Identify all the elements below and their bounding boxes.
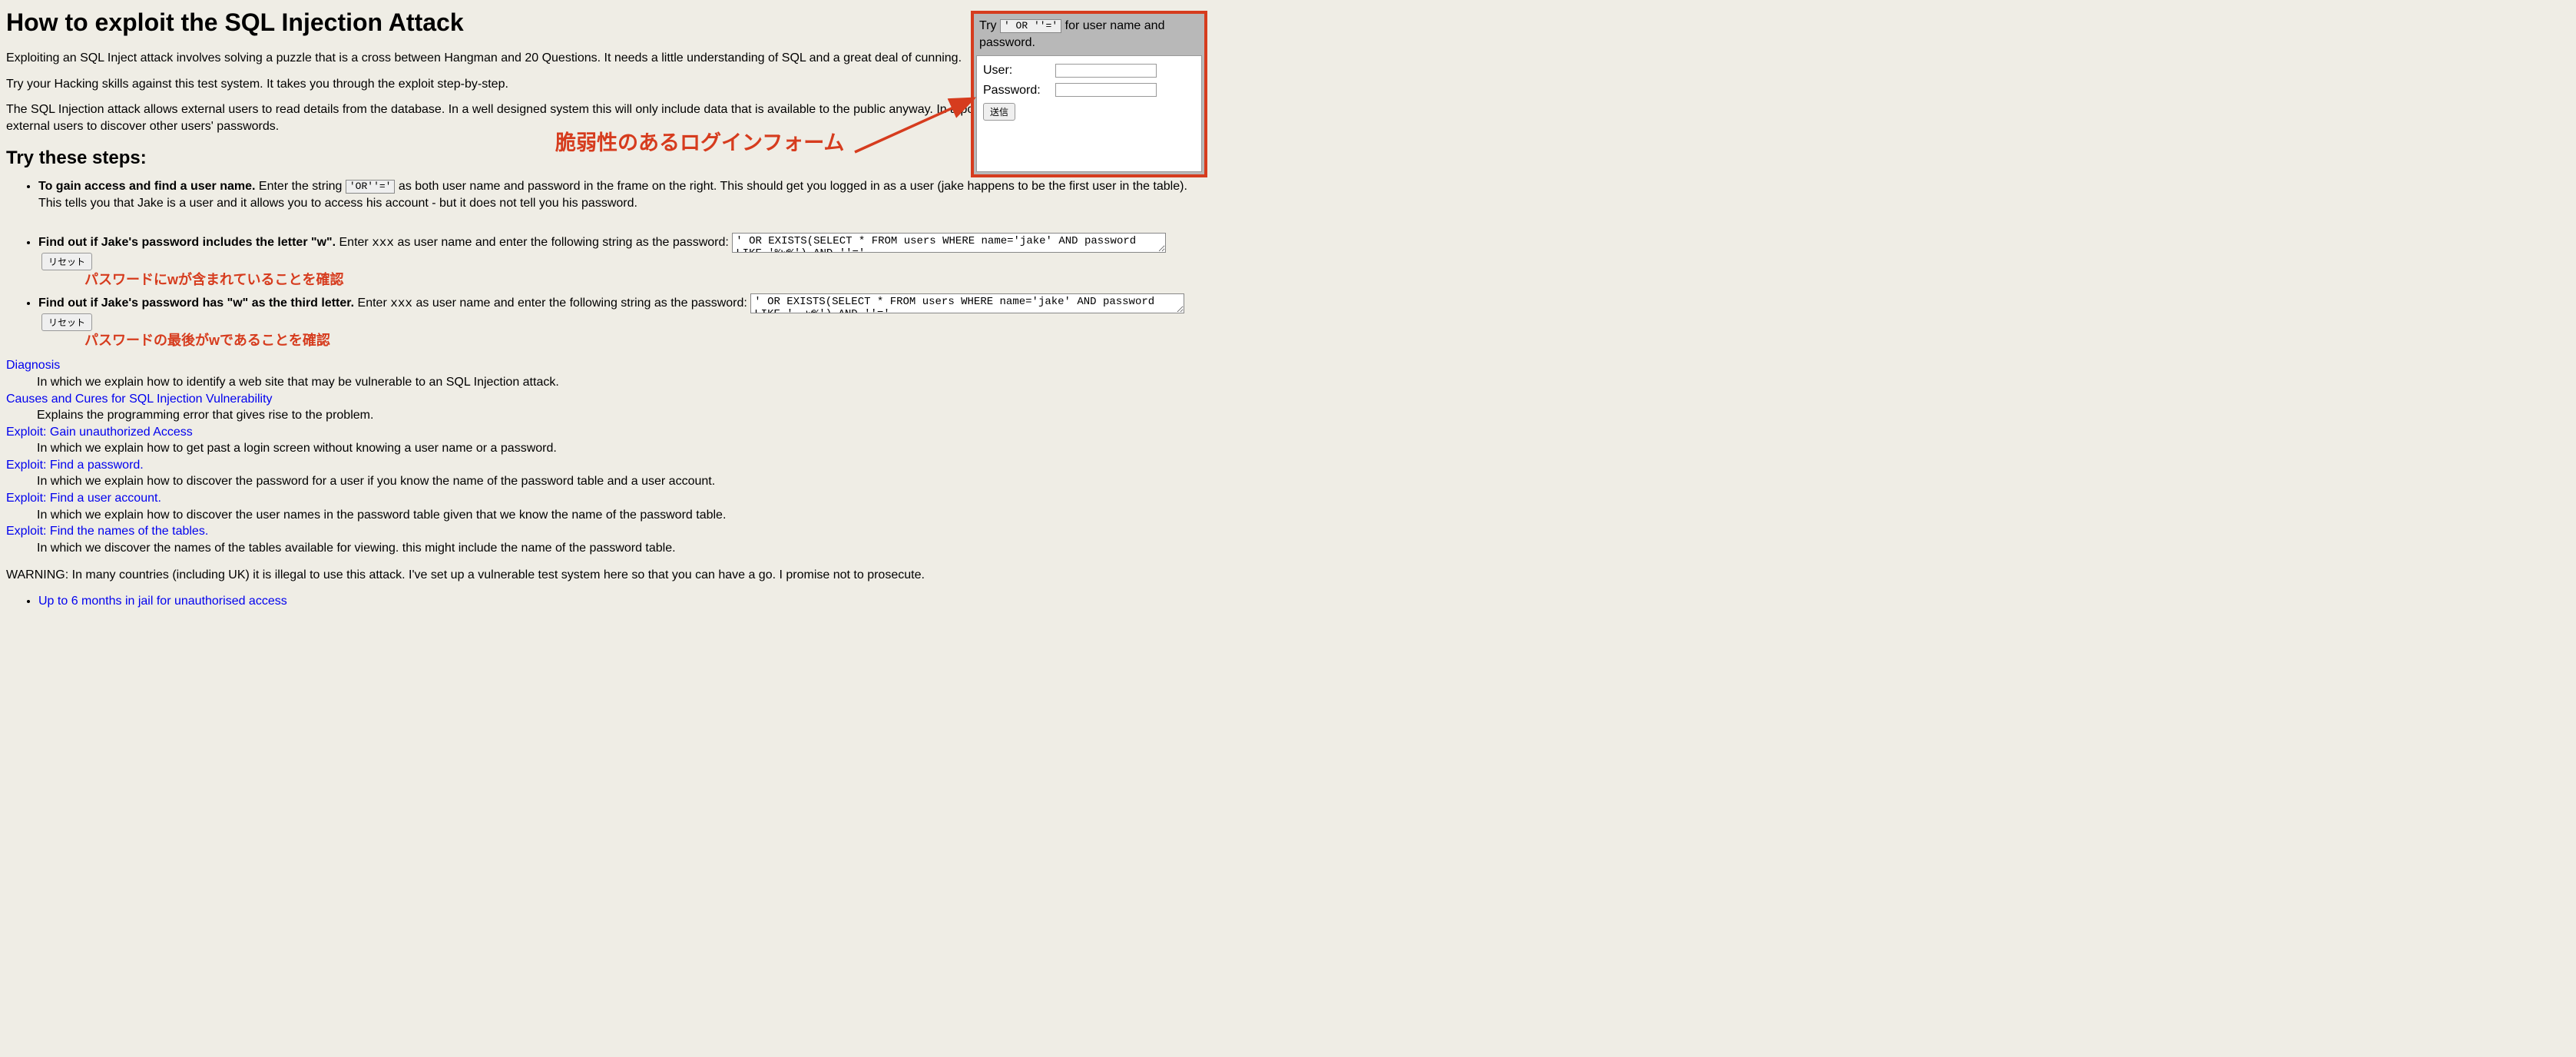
warning-list: Up to 6 months in jail for unauthorised … [6, 593, 1212, 610]
login-hint: Try ' OR ''=' for user name and password… [979, 18, 1199, 51]
step-3-mid2: as user name and enter the following str… [412, 297, 747, 310]
step-3-password-textarea[interactable] [750, 293, 1184, 313]
login-hint-before: Try [979, 19, 1000, 32]
step-3: Find out if Jake's password has "w" as t… [38, 293, 1212, 350]
link-exploit-access-desc: In which we explain how to get past a lo… [37, 440, 1212, 457]
link-exploit-user-desc: In which we explain how to discover the … [37, 507, 1212, 524]
steps-list: To gain access and find a user name. Ent… [6, 178, 1212, 350]
link-exploit-password-desc: In which we explain how to discover the … [37, 473, 1212, 490]
step-2-annotation: パスワードにwが含まれていることを確認 [84, 270, 1212, 289]
step-3-reset-button[interactable]: リセット [41, 313, 92, 331]
login-form: User: Password: 送信 [976, 55, 1202, 172]
link-diagnosis-desc: In which we explain how to identify a we… [37, 374, 1212, 391]
step-1-text-before: Enter the string [255, 180, 345, 193]
step-1-code: 'OR''=' [346, 180, 396, 194]
link-jail-warning[interactable]: Up to 6 months in jail for unauthorised … [38, 595, 287, 608]
form-annotation-label: 脆弱性のあるログインフォーム [555, 129, 844, 157]
link-causes[interactable]: Causes and Cures for SQL Injection Vulne… [6, 393, 273, 406]
step-2-lead: Find out if Jake's password includes the… [38, 236, 336, 249]
step-2-xxx: xxx [372, 236, 394, 250]
user-label: User: [983, 62, 1052, 79]
step-1: To gain access and find a user name. Ent… [38, 178, 1212, 228]
step-3-mid1: Enter [354, 297, 390, 310]
user-input[interactable] [1055, 64, 1157, 78]
step-2-mid2: as user name and enter the following str… [394, 236, 729, 249]
password-label: Password: [983, 82, 1052, 99]
link-exploit-access[interactable]: Exploit: Gain unauthorized Access [6, 426, 193, 439]
step-2-password-textarea[interactable] [732, 233, 1166, 253]
login-box: Try ' OR ''=' for user name and password… [971, 11, 1207, 177]
link-exploit-password[interactable]: Exploit: Find a password. [6, 459, 144, 472]
step-2-mid1: Enter [336, 236, 372, 249]
link-exploit-tables-desc: In which we discover the names of the ta… [37, 540, 1212, 557]
link-exploit-user[interactable]: Exploit: Find a user account. [6, 492, 161, 505]
submit-button[interactable]: 送信 [983, 103, 1015, 121]
link-exploit-tables[interactable]: Exploit: Find the names of the tables. [6, 525, 208, 538]
step-3-xxx: xxx [390, 297, 412, 310]
warning-paragraph: WARNING: In many countries (including UK… [6, 567, 1212, 584]
login-hint-code: ' OR ''=' [1000, 19, 1061, 33]
step-1-lead: To gain access and find a user name. [38, 180, 255, 193]
step-3-lead: Find out if Jake's password has "w" as t… [38, 297, 354, 310]
link-diagnosis[interactable]: Diagnosis [6, 359, 60, 372]
step-3-annotation: パスワードの最後がwであることを確認 [84, 331, 1212, 350]
step-2-reset-button[interactable]: リセット [41, 253, 92, 270]
password-input[interactable] [1055, 83, 1157, 97]
link-causes-desc: Explains the programming error that give… [37, 407, 1212, 424]
links-section: Diagnosis In which we explain how to ide… [6, 357, 1212, 556]
step-2: Find out if Jake's password includes the… [38, 233, 1212, 289]
